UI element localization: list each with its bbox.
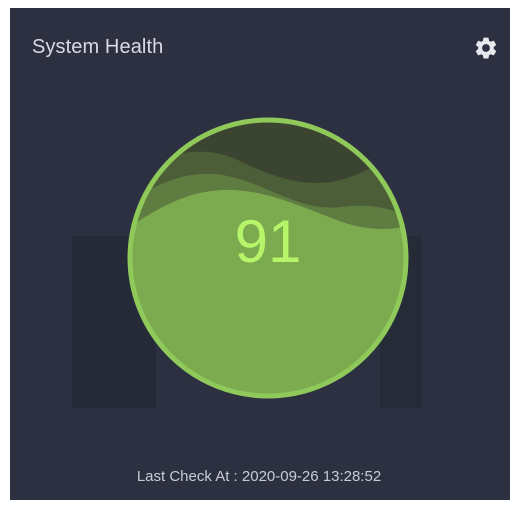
gear-icon (475, 37, 497, 59)
settings-button[interactable] (473, 35, 499, 61)
widget-title: System Health (32, 36, 164, 58)
last-check-timestamp: Last Check At : 2020-09-26 13:28:52 (136, 468, 382, 485)
screen: System Health 91 Last Check At : 2020-09… (0, 0, 518, 510)
health-score: 91 (234, 208, 302, 275)
